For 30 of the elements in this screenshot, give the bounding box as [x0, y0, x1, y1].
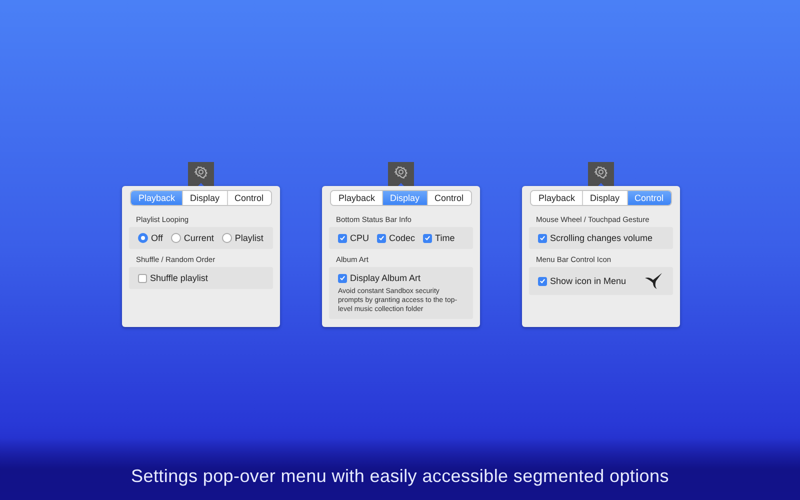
checkbox[interactable] [423, 234, 432, 242]
settings-button[interactable] [188, 162, 214, 186]
checkbox[interactable] [138, 274, 147, 282]
settings-button[interactable] [588, 162, 614, 186]
radio-button[interactable] [138, 233, 148, 243]
checkbox[interactable] [538, 234, 547, 242]
segment-tab[interactable]: Control [426, 191, 471, 205]
option-label: CPU [350, 232, 370, 244]
option-label: Scrolling changes volume [550, 232, 653, 244]
option-label: Time [435, 232, 455, 244]
option-label: Display Album Art [350, 272, 421, 284]
radio-button[interactable] [222, 233, 232, 243]
settings-icon [194, 166, 208, 179]
settings-button[interactable] [388, 162, 414, 186]
settings-icon [394, 166, 408, 179]
segment-tab[interactable]: Control [226, 191, 271, 205]
settings-icon [594, 166, 608, 179]
caption: Settings pop-over menu with easily accessible segmented options [131, 466, 669, 486]
option-label: Off [151, 232, 163, 244]
bird-icon [644, 272, 664, 290]
option-label: Playlist [234, 232, 264, 244]
checkbox[interactable] [377, 234, 386, 242]
option-label: Current [184, 232, 214, 244]
checkbox[interactable] [338, 274, 347, 282]
checkbox[interactable] [538, 276, 547, 286]
option-label: Shuffle playlist [150, 272, 208, 284]
radio-button[interactable] [170, 233, 181, 243]
checkbox[interactable] [338, 234, 347, 242]
option-label: Codec [389, 232, 416, 244]
option-label: Show icon in Menu [550, 275, 626, 287]
